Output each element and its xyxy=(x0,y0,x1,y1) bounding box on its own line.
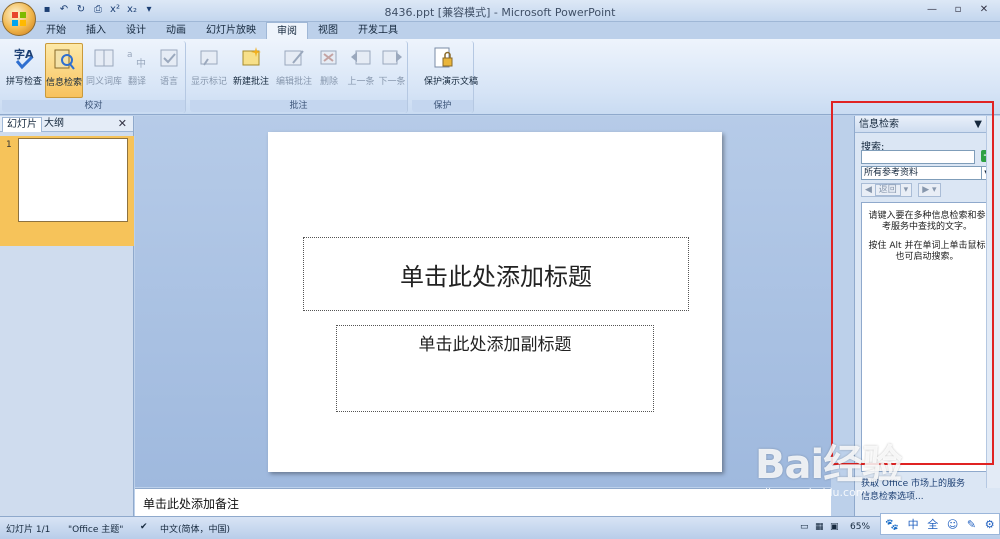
group-protect: 保护演示文稿 保护 xyxy=(412,41,478,113)
spelling-status-icon[interactable]: ✔ xyxy=(140,522,148,532)
tab-home[interactable]: 开始 xyxy=(36,22,76,39)
language-status[interactable]: 中文(简体，中国) xyxy=(160,522,230,535)
slides-pane-tabs: 幻灯片 大纲 ✕ xyxy=(0,116,133,132)
research-button[interactable]: 信息检索 xyxy=(45,43,83,98)
tab-view[interactable]: 视图 xyxy=(308,22,348,39)
spell-check-button[interactable]: 字A 拼写检查 xyxy=(5,43,43,98)
title-bar: ▪ ↶ ↻ ⎙ x² x₂ ▾ 8436.ppt [兼容模式] - Micros… xyxy=(0,0,1000,36)
previous-comment-icon xyxy=(351,50,371,65)
slide-sorter-icon[interactable]: ▦ xyxy=(815,522,824,532)
svg-text:中: 中 xyxy=(136,57,146,70)
watermark-url: jingyan.baidu.com xyxy=(765,486,867,499)
zoom-level[interactable]: 65% xyxy=(850,522,870,532)
slideshow-view-icon[interactable]: ▣ xyxy=(830,522,839,532)
research-pane-title: 信息检索 xyxy=(859,119,899,130)
status-bar: 幻灯片 1/1 "Office 主题" ✔ 中文(简体，中国) ▭ ▦ ▣ 65… xyxy=(0,516,1000,539)
show-markup-icon xyxy=(200,50,218,66)
ime-settings-icon[interactable]: ⚙ xyxy=(985,518,995,531)
office-logo-icon xyxy=(12,12,26,26)
tab-slides[interactable]: 幻灯片 xyxy=(2,117,42,132)
group-label-protect: 保护 xyxy=(412,100,473,112)
ime-emoji-icon[interactable]: ☺ xyxy=(947,518,958,531)
tab-design[interactable]: 设计 xyxy=(116,22,156,39)
new-comment-button[interactable]: 新建批注 xyxy=(232,43,270,98)
slides-pane: 幻灯片 大纲 ✕ 1 xyxy=(0,116,134,516)
tab-insert[interactable]: 插入 xyxy=(76,22,116,39)
minimize-button[interactable]: — xyxy=(920,2,944,17)
research-hint-text: 请键入要在多种信息检索和参考服务中查找的文字。 xyxy=(868,211,986,232)
group-label-proofing: 校对 xyxy=(2,100,185,112)
slide-canvas[interactable]: 单击此处添加标题 单击此处添加副标题 xyxy=(268,132,722,472)
edit-comment-button[interactable]: 编辑批注 xyxy=(275,43,313,98)
language-icon xyxy=(160,49,178,67)
window-title: 8436.ppt [兼容模式] - Microsoft PowerPoint xyxy=(384,6,616,19)
tab-outline[interactable]: 大纲 xyxy=(40,117,68,132)
forward-button[interactable]: ▶ ▾ xyxy=(918,183,941,197)
title-placeholder[interactable]: 单击此处添加标题 xyxy=(303,237,689,311)
ime-mode-chinese[interactable]: 中 xyxy=(908,516,919,532)
baidu-watermark: Bai经验 jingyan.baidu.com xyxy=(755,432,945,514)
research-alt-hint-text: 按住 Alt 并在单词上单击鼠标也可启动搜索。 xyxy=(868,241,986,262)
ime-fullwidth[interactable]: 全 xyxy=(927,516,938,532)
notes-pane[interactable]: 单击此处添加备注 xyxy=(135,488,831,516)
window-controls: — ▫ ✕ xyxy=(920,2,996,17)
svg-text:a: a xyxy=(127,50,133,60)
slide-thumbnail[interactable] xyxy=(18,138,128,222)
protect-presentation-button[interactable]: 保护演示文稿 xyxy=(424,43,478,98)
normal-view-icon[interactable]: ▭ xyxy=(800,522,809,532)
research-nav: ◀ 返回 ▾ ▶ ▾ xyxy=(861,183,941,197)
next-comment-icon xyxy=(382,50,402,65)
slide-editor: 单击此处添加标题 单击此处添加副标题 xyxy=(135,116,831,487)
reference-source-value: 所有参考资料 xyxy=(864,168,919,178)
delete-comment-icon xyxy=(320,50,337,65)
show-markup-button[interactable]: 显示标记 xyxy=(190,43,228,98)
tab-review[interactable]: 审阅 xyxy=(266,22,308,40)
research-pane-header: 信息检索 ▼ ✕ xyxy=(855,116,1000,133)
edit-comment-icon xyxy=(284,50,304,66)
research-book-icon xyxy=(54,49,75,70)
language-button[interactable]: 语言 xyxy=(150,43,188,98)
pane-options-icon[interactable]: ▼ xyxy=(974,116,982,133)
thesaurus-icon xyxy=(94,49,114,67)
reference-source-select[interactable]: 所有参考资料 ▼ xyxy=(861,166,993,180)
protect-document-icon xyxy=(434,47,453,68)
theme-name: "Office 主题" xyxy=(68,525,124,535)
subtitle-placeholder[interactable]: 单击此处添加副标题 xyxy=(336,325,654,412)
ime-handwrite-icon[interactable]: ✎ xyxy=(967,518,976,531)
tab-slideshow[interactable]: 幻灯片放映 xyxy=(196,22,266,39)
translate-icon: a 中 xyxy=(127,50,146,70)
close-icon[interactable]: ✕ xyxy=(118,117,127,130)
back-button[interactable]: ◀ 返回 ▾ xyxy=(861,183,913,197)
slide-number: 1 xyxy=(6,140,12,150)
search-input[interactable] xyxy=(861,150,975,164)
new-comment-icon xyxy=(242,47,261,66)
next-comment-button[interactable]: 下一条 xyxy=(373,43,411,98)
group-comments: 显示标记 新建批注 编辑批注 删除 上一条 下一条 批注 xyxy=(190,41,408,113)
ribbon: 字A 拼写检查 信息检索 同义词库 a 中 翻译 语言 校对 显示标记 新建批注… xyxy=(0,39,1000,115)
group-proofing: 字A 拼写检查 信息检索 同义词库 a 中 翻译 语言 校对 xyxy=(2,41,186,113)
office-button[interactable] xyxy=(2,2,36,36)
watermark-brand: Bai经验 xyxy=(755,442,902,488)
group-label-comments: 批注 xyxy=(190,100,407,112)
spell-check-icon: 字A xyxy=(14,47,34,70)
ribbon-tabs: 开始 插入 设计 动画 幻灯片放映 审阅 视图 开发工具 xyxy=(36,22,408,40)
slide-position: 幻灯片 1/1 xyxy=(6,525,51,535)
restore-button[interactable]: ▫ xyxy=(946,2,970,17)
tab-developer[interactable]: 开发工具 xyxy=(348,22,408,39)
close-button[interactable]: ✕ xyxy=(972,2,996,17)
ime-toolbar: 🐾 中 全 ☺ ✎ ⚙ xyxy=(880,513,1000,535)
vertical-scrollbar[interactable] xyxy=(986,116,1000,488)
tab-animations[interactable]: 动画 xyxy=(156,22,196,39)
ime-paw-icon[interactable]: 🐾 xyxy=(885,518,899,531)
